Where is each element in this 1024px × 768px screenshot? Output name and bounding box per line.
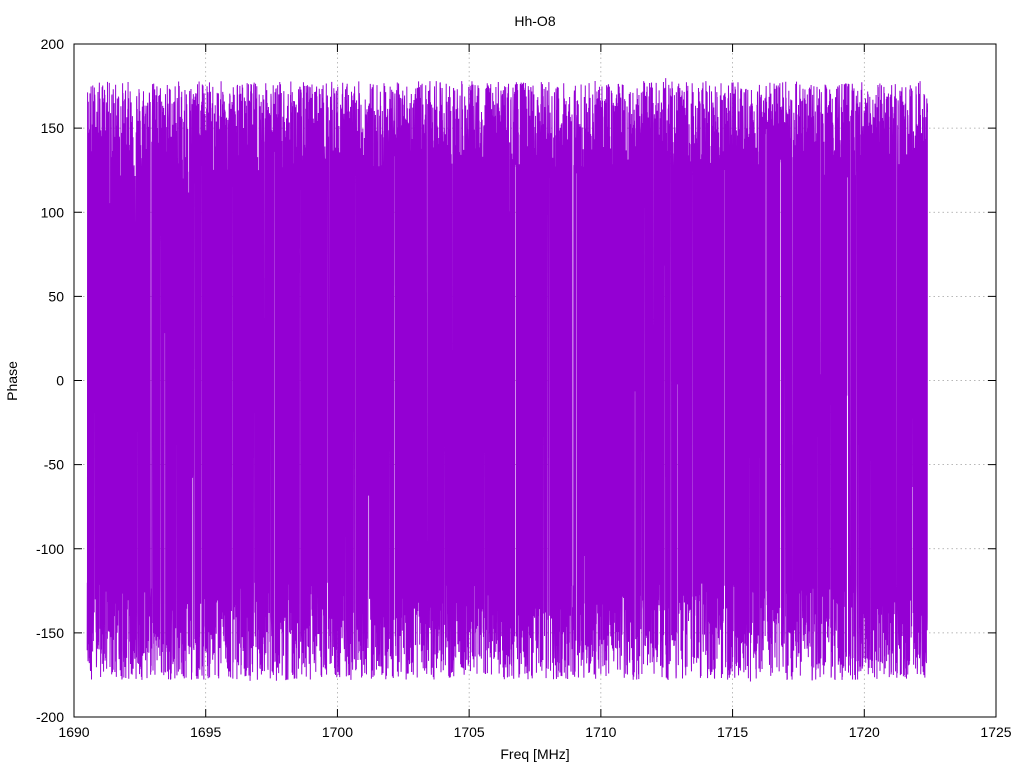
x-tick-label: 1710 (585, 724, 616, 740)
y-tick-label: -150 (36, 625, 64, 641)
y-tick-label: 100 (41, 204, 65, 220)
x-tick-label: 1700 (322, 724, 353, 740)
x-axis-label: Freq [MHz] (500, 746, 569, 762)
phase-chart: Hh-O8 1690 1695 1700 1705 1710 1715 1720 1725 2… (0, 0, 1024, 768)
y-tick-label: 200 (41, 36, 65, 52)
x-tick-label: 1690 (58, 724, 89, 740)
series-phase (86, 78, 929, 682)
series-phase-line (86, 78, 929, 682)
y-tick-label: -100 (36, 541, 64, 557)
y-tick-label: -200 (36, 709, 64, 725)
x-tick-label: 1720 (849, 724, 880, 740)
y-tick-label: -50 (44, 457, 64, 473)
x-tick-label: 1725 (980, 724, 1011, 740)
chart-title: Hh-O8 (514, 13, 555, 29)
y-tick-label: 150 (41, 120, 65, 136)
y-axis-label: Phase (4, 361, 20, 401)
y-tick-label: 50 (48, 288, 64, 304)
x-tick-label: 1705 (454, 724, 485, 740)
x-tick-label: 1695 (190, 724, 221, 740)
x-tick-label: 1715 (717, 724, 748, 740)
y-tick-label: 0 (56, 373, 64, 389)
